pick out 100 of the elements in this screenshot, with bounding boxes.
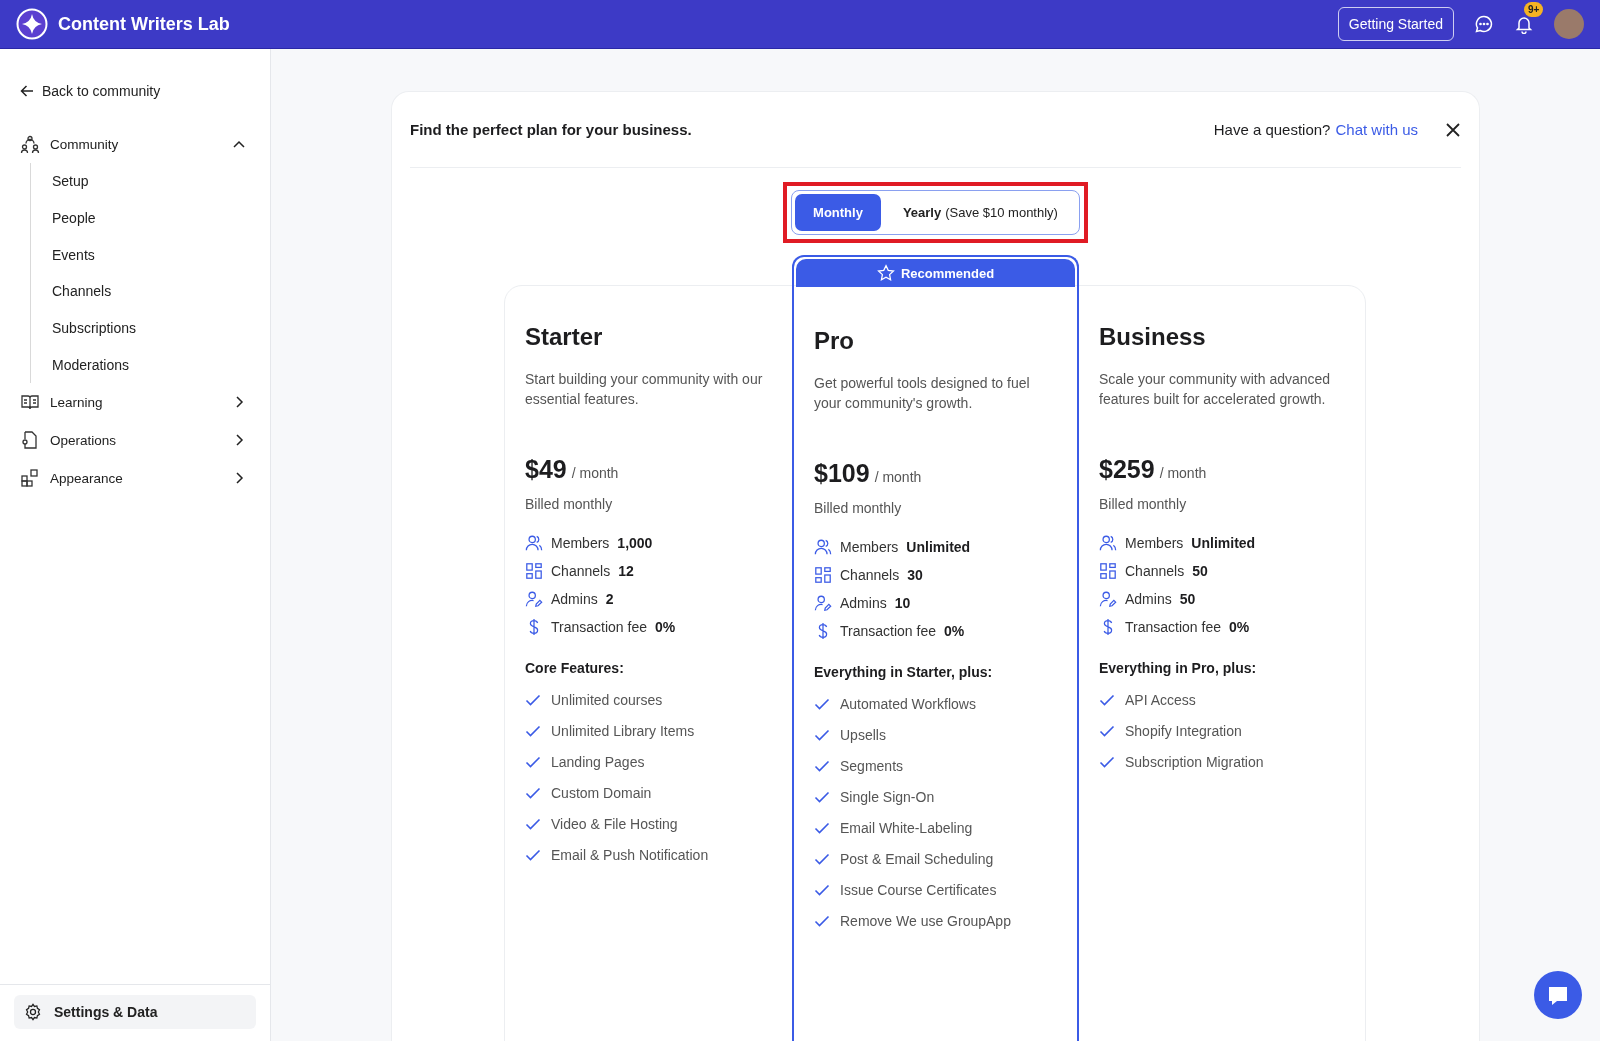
nav-subitem[interactable]: Events bbox=[52, 236, 95, 274]
limit-value: 0% bbox=[1229, 619, 1250, 635]
limit-value: 50 bbox=[1179, 591, 1196, 607]
back-arrow-icon bbox=[20, 84, 34, 98]
nav-subitem[interactable]: Channels bbox=[52, 273, 112, 310]
nav-subitem[interactable]: Setup bbox=[52, 163, 89, 200]
feature-text: Video & File Hosting bbox=[551, 815, 678, 832]
limit-label: Transaction fee bbox=[551, 619, 647, 635]
feature-text: Email & Push Notification bbox=[551, 846, 709, 863]
nav-item[interactable]: Community bbox=[20, 125, 250, 163]
plan-description: Start building your community with our essential features. bbox=[525, 370, 764, 409]
feature-text: Subscription Migration bbox=[1125, 753, 1264, 770]
limit-value: 1,000 bbox=[617, 535, 653, 551]
billing-note: Billed monthly bbox=[525, 496, 614, 512]
plan-price: $109 bbox=[814, 459, 870, 488]
limit-label: Channels bbox=[551, 563, 611, 579]
billing-note: Billed monthly bbox=[1099, 496, 1188, 512]
feature-text: Email White-Labeling bbox=[840, 819, 973, 836]
limit-label: Admins bbox=[840, 595, 887, 611]
limit-label: Members bbox=[840, 539, 899, 555]
feature-text: Post & Email Scheduling bbox=[840, 850, 994, 867]
limit-label: Members bbox=[1125, 535, 1184, 551]
nav-subitem[interactable]: Moderations bbox=[52, 346, 130, 384]
sparkle-logo-icon bbox=[16, 8, 48, 40]
billing-note: Billed monthly bbox=[814, 500, 903, 516]
plan-name: Pro bbox=[814, 327, 855, 355]
features-title: Everything in Pro, plus: bbox=[1099, 660, 1258, 676]
users-icon bbox=[1099, 534, 1117, 552]
limit-value: 2 bbox=[605, 591, 614, 607]
feature-text: Landing Pages bbox=[551, 753, 645, 770]
question-text: Have a question? bbox=[1213, 121, 1331, 138]
recommended-banner: Recommended bbox=[796, 259, 1075, 287]
limit-label: Admins bbox=[551, 591, 598, 607]
plan-price: $49 bbox=[525, 455, 567, 484]
people-group-icon bbox=[20, 134, 40, 154]
feature-text: Segments bbox=[840, 757, 904, 774]
user-edit-icon bbox=[1099, 590, 1117, 608]
feature-text: Automated Workflows bbox=[840, 695, 976, 712]
feature-text: Unlimited Library Items bbox=[551, 722, 695, 739]
feature-text: Single Sign-On bbox=[840, 788, 935, 805]
limit-label: Members bbox=[551, 535, 610, 551]
document-icon bbox=[20, 430, 40, 451]
features-title: Core Features: bbox=[525, 660, 625, 676]
price-period: / month bbox=[1159, 465, 1207, 481]
limit-value: 12 bbox=[618, 563, 634, 579]
limit-value: 0% bbox=[655, 619, 676, 635]
chat-bubble-icon[interactable] bbox=[1474, 14, 1494, 34]
plan-name: Business bbox=[1099, 323, 1207, 351]
feature-text: API Access bbox=[1125, 691, 1196, 708]
price-period: / month bbox=[571, 465, 619, 481]
users-icon bbox=[814, 538, 832, 556]
notification-bell-icon[interactable] bbox=[1514, 14, 1534, 34]
settings-button[interactable]: Settings & Data bbox=[14, 995, 256, 1029]
blocks-icon bbox=[20, 468, 40, 489]
pricing-heading: Find the perfect plan for your business. bbox=[410, 121, 692, 138]
limit-label: Admins bbox=[1125, 591, 1172, 607]
chat-link[interactable]: Chat with us bbox=[1335, 121, 1418, 138]
star-icon bbox=[876, 264, 895, 282]
brand-name: Content Writers Lab bbox=[58, 13, 230, 35]
settings-icon bbox=[24, 1003, 42, 1021]
feature-text: Upsells bbox=[840, 726, 886, 743]
nav-item[interactable]: Operations bbox=[20, 421, 250, 460]
limit-label: Channels bbox=[840, 567, 900, 583]
chat-button[interactable] bbox=[1534, 971, 1582, 1019]
users-icon bbox=[525, 534, 543, 552]
limit-value: Unlimited bbox=[1191, 535, 1256, 551]
nav-subitem[interactable]: Subscriptions bbox=[52, 309, 137, 347]
billing-option[interactable]: Yearly (Save $10 monthly) bbox=[884, 194, 1076, 231]
feature-text: Remove We use GroupApp bbox=[840, 912, 1011, 929]
billing-option[interactable]: Monthly bbox=[795, 194, 881, 231]
nav-item[interactable]: Learning bbox=[20, 383, 250, 422]
plan-price: $259 bbox=[1099, 455, 1155, 484]
user-edit-icon bbox=[525, 590, 543, 608]
getting-started-button[interactable]: Getting Started bbox=[1337, 7, 1454, 41]
feature-text: Unlimited courses bbox=[551, 691, 663, 708]
price-period: / month bbox=[874, 469, 922, 485]
close-icon[interactable] bbox=[1445, 121, 1461, 138]
grid-icon bbox=[814, 566, 832, 584]
plan-name: Starter bbox=[525, 323, 604, 351]
feature-text: Custom Domain bbox=[551, 784, 652, 801]
limit-value: 10 bbox=[894, 595, 911, 611]
nav-subitem[interactable]: People bbox=[52, 199, 96, 237]
grid-icon bbox=[525, 562, 543, 580]
limit-value: 0% bbox=[944, 623, 965, 639]
limit-label: Channels bbox=[1125, 563, 1185, 579]
limit-value: 50 bbox=[1192, 563, 1208, 579]
limit-value: Unlimited bbox=[906, 539, 971, 555]
plan-description: Scale your community with advanced features built for accelerated growth. bbox=[1099, 370, 1332, 409]
plan-description: Get powerful tools designed to fuel your community's growth. bbox=[814, 374, 1031, 413]
grid-icon bbox=[1099, 562, 1117, 580]
limit-label: Transaction fee bbox=[1125, 619, 1221, 635]
feature-text: Issue Course Certificates bbox=[840, 881, 997, 898]
nav-item[interactable]: Appearance bbox=[20, 459, 250, 498]
features-title: Everything in Starter, plus: bbox=[814, 664, 994, 680]
user-edit-icon bbox=[814, 594, 832, 612]
feature-text: Shopify Integration bbox=[1125, 722, 1242, 739]
limit-label: Transaction fee bbox=[840, 623, 936, 639]
notification-count: 9+ bbox=[1524, 2, 1544, 17]
limit-value: 30 bbox=[907, 567, 923, 583]
back-link[interactable]: Back to community bbox=[20, 83, 250, 99]
